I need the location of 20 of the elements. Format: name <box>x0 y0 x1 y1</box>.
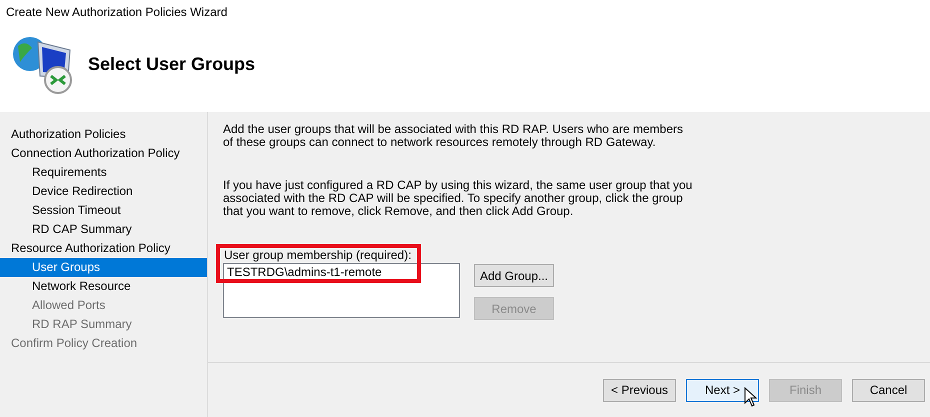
nav-item[interactable]: Session Timeout <box>0 201 207 220</box>
nav-item[interactable]: Authorization Policies <box>0 125 207 144</box>
nav-item[interactable]: User Groups <box>0 258 207 277</box>
page-heading: Select User Groups <box>88 52 256 76</box>
nav-item[interactable]: Requirements <box>0 163 207 182</box>
list-item[interactable]: TESTRDG\admins-t1-remote <box>224 265 459 280</box>
nav-item[interactable]: RD CAP Summary <box>0 220 207 239</box>
note-text: If you have just configured a RD CAP by using this wizard, the same user group that you associated with the RD CAP will be specified. To specify another group, click the group that you want to remove, click Remove, and then click Add Group. <box>223 179 693 218</box>
wizard-button[interactable]: Add Group... <box>474 264 554 287</box>
window-title: Create New Authorization Policies Wizard <box>5 4 228 21</box>
wizard-button[interactable]: < Previous <box>603 378 676 402</box>
nav-item[interactable]: Resource Authorization Policy <box>0 239 207 258</box>
group-list[interactable]: TESTRDG\admins-t1-remote <box>223 263 460 318</box>
wizard-button[interactable]: Cancel <box>852 378 925 402</box>
intro-text: Add the user groups that will be associated with this RD RAP. Users who are members of these groups can connect to network resources remotely through RD Gateway. <box>223 123 684 149</box>
nav-item[interactable]: Device Redirection <box>0 182 207 201</box>
mouse-pointer-icon <box>744 386 758 406</box>
nav-item[interactable]: Connection Authorization Policy <box>0 144 207 163</box>
field-label: User group membership (required): <box>223 248 412 263</box>
nav-item[interactable]: Network Resource <box>0 277 207 296</box>
